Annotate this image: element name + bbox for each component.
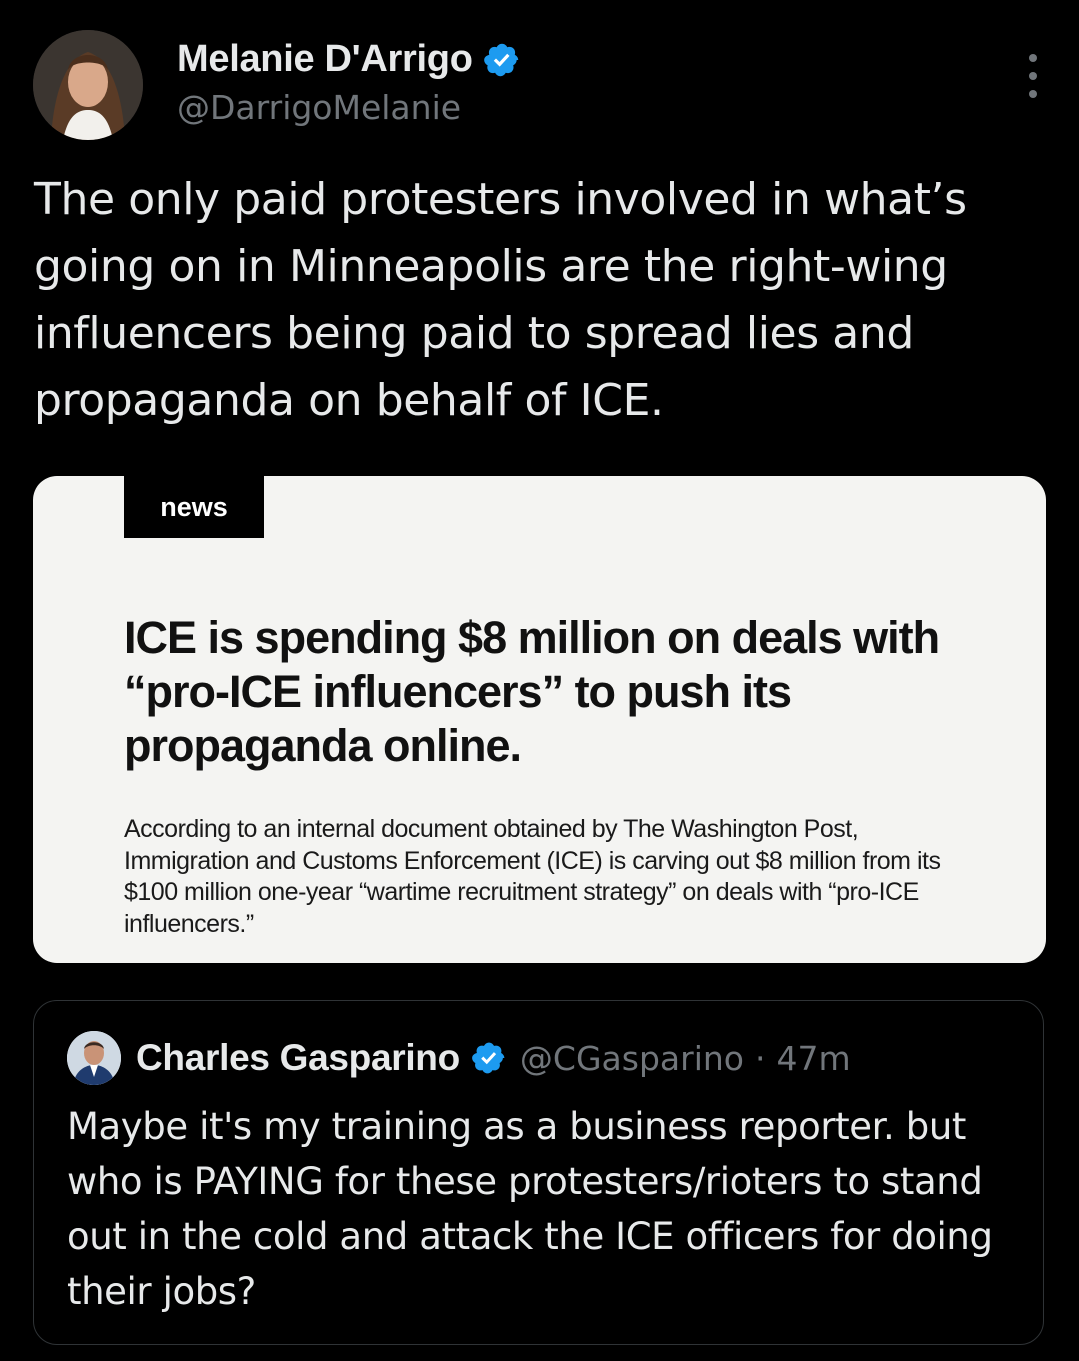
author-avatar[interactable]: [33, 30, 143, 140]
quoted-author-name[interactable]: Charles Gasparino: [136, 1037, 460, 1079]
quoted-tweet-text: Maybe it's my training as a business rep…: [67, 1105, 993, 1313]
quoted-tweet[interactable]: Charles Gasparino @CGasparino · 47m Mayb…: [33, 1000, 1044, 1345]
media-body: According to an internal document obtain…: [124, 815, 941, 938]
more-options-icon[interactable]: [1021, 54, 1045, 98]
verified-badge-icon: [483, 43, 518, 76]
more-dot: [1029, 54, 1037, 62]
quoted-author-handle[interactable]: @CGasparino: [520, 1039, 744, 1078]
author-name[interactable]: Melanie D'Arrigo: [177, 38, 473, 81]
tweet-text: The only paid protesters involved in wha…: [34, 174, 967, 426]
author-name-row: Melanie D'Arrigo: [177, 38, 521, 81]
news-tag: news: [124, 476, 264, 538]
media-image[interactable]: news ICE is spending $8 million on deals…: [33, 476, 1046, 963]
quoted-timestamp[interactable]: 47m: [776, 1039, 850, 1078]
author-handle[interactable]: @DarrigoMelanie: [177, 88, 461, 127]
quoted-author-avatar[interactable]: [67, 1031, 121, 1085]
verified-badge-icon: [472, 1042, 505, 1074]
quoted-time-separator: ·: [754, 1038, 766, 1078]
quoted-tweet-header: Charles Gasparino @CGasparino · 47m: [67, 1031, 851, 1085]
tweet-header: Melanie D'Arrigo @DarrigoMelanie: [33, 30, 1045, 140]
more-dot: [1029, 72, 1037, 80]
more-dot: [1029, 90, 1037, 98]
media-headline: ICE is spending $8 million on deals with…: [124, 612, 940, 771]
